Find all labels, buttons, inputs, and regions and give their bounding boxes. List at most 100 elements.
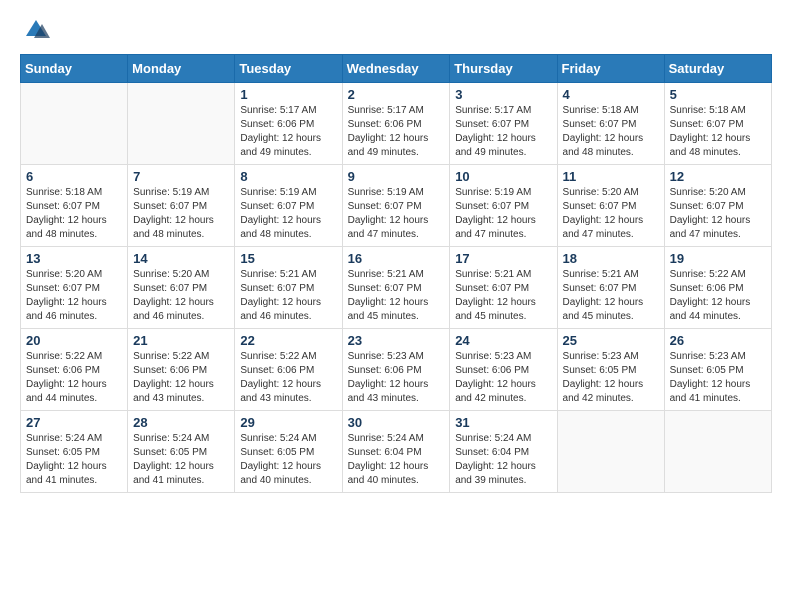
day-info: Sunrise: 5:18 AM Sunset: 6:07 PM Dayligh… <box>563 104 659 160</box>
calendar-week-row: 27 Sunrise: 5:24 AM Sunset: 6:05 PM Dayli… <box>21 411 772 493</box>
day-number: 10 <box>455 169 551 184</box>
logo-icon <box>22 16 50 44</box>
day-number: 22 <box>240 333 336 348</box>
day-number: 3 <box>455 87 551 102</box>
weekday-header-sunday: Sunday <box>21 55 128 83</box>
day-info: Sunrise: 5:17 AM Sunset: 6:06 PM Dayligh… <box>240 104 336 160</box>
calendar-day-cell: 5Sunrise: 5:18 AM Sunset: 6:07 PM Daylig… <box>664 83 771 165</box>
day-number: 6 <box>26 169 122 184</box>
calendar-week-row: 1 Sunrise: 5:17 AM Sunset: 6:06 PM Daylig… <box>21 83 772 165</box>
calendar-week-row: 13 Sunrise: 5:20 AM Sunset: 6:07 PM Dayli… <box>21 247 772 329</box>
day-number: 15 <box>240 251 336 266</box>
day-number: 2 <box>348 87 445 102</box>
day-info: Sunrise: 5:24 AM Sunset: 6:05 PM Dayligh… <box>26 432 122 488</box>
day-info: Sunrise: 5:20 AM Sunset: 6:07 PM Dayligh… <box>670 186 766 242</box>
day-info: Sunrise: 5:20 AM Sunset: 6:07 PM Dayligh… <box>563 186 659 242</box>
day-number: 9 <box>348 169 445 184</box>
weekday-header-thursday: Thursday <box>450 55 557 83</box>
calendar-day-cell: 4 Sunrise: 5:18 AM Sunset: 6:07 PM Daylig… <box>557 83 664 165</box>
weekday-header-monday: Monday <box>128 55 235 83</box>
day-info: Sunrise: 5:23 AM Sunset: 6:06 PM Dayligh… <box>455 350 551 406</box>
calendar-day-cell: 25Sunrise: 5:23 AM Sunset: 6:05 PM Dayli… <box>557 329 664 411</box>
weekday-header-wednesday: Wednesday <box>342 55 450 83</box>
day-info: Sunrise: 5:24 AM Sunset: 6:04 PM Dayligh… <box>348 432 445 488</box>
calendar-day-cell: 29 Sunrise: 5:24 AM Sunset: 6:05 PM Dayli… <box>235 411 342 493</box>
calendar-empty-cell <box>128 83 235 165</box>
day-number: 12 <box>670 169 766 184</box>
day-number: 20 <box>26 333 122 348</box>
calendar-day-cell: 8Sunrise: 5:19 AM Sunset: 6:07 PM Daylig… <box>235 165 342 247</box>
day-number: 23 <box>348 333 445 348</box>
day-number: 18 <box>563 251 659 266</box>
day-info: Sunrise: 5:20 AM Sunset: 6:07 PM Dayligh… <box>26 268 122 324</box>
calendar-day-cell: 30 Sunrise: 5:24 AM Sunset: 6:04 PM Dayli… <box>342 411 450 493</box>
day-info: Sunrise: 5:21 AM Sunset: 6:07 PM Dayligh… <box>240 268 336 324</box>
calendar-day-cell: 10 Sunrise: 5:19 AM Sunset: 6:07 PM Dayli… <box>450 165 557 247</box>
day-info: Sunrise: 5:18 AM Sunset: 6:07 PM Dayligh… <box>26 186 122 242</box>
calendar-day-cell: 16Sunrise: 5:21 AM Sunset: 6:07 PM Dayli… <box>342 247 450 329</box>
day-number: 28 <box>133 415 229 430</box>
calendar-table: SundayMondayTuesdayWednesdayThursdayFrid… <box>20 54 772 493</box>
calendar-day-cell: 21 Sunrise: 5:22 AM Sunset: 6:06 PM Dayli… <box>128 329 235 411</box>
calendar-day-cell: 31 Sunrise: 5:24 AM Sunset: 6:04 PM Dayli… <box>450 411 557 493</box>
calendar-day-cell: 26Sunrise: 5:23 AM Sunset: 6:05 PM Dayli… <box>664 329 771 411</box>
day-number: 26 <box>670 333 766 348</box>
day-number: 19 <box>670 251 766 266</box>
day-number: 13 <box>26 251 122 266</box>
day-number: 1 <box>240 87 336 102</box>
calendar-day-cell: 19 Sunrise: 5:22 AM Sunset: 6:06 PM Dayli… <box>664 247 771 329</box>
calendar-day-cell: 27 Sunrise: 5:24 AM Sunset: 6:05 PM Dayli… <box>21 411 128 493</box>
day-number: 21 <box>133 333 229 348</box>
day-info: Sunrise: 5:19 AM Sunset: 6:07 PM Dayligh… <box>455 186 551 242</box>
day-info: Sunrise: 5:19 AM Sunset: 6:07 PM Dayligh… <box>133 186 229 242</box>
day-info: Sunrise: 5:24 AM Sunset: 6:04 PM Dayligh… <box>455 432 551 488</box>
calendar-day-cell: 6 Sunrise: 5:18 AM Sunset: 6:07 PM Daylig… <box>21 165 128 247</box>
day-number: 30 <box>348 415 445 430</box>
day-number: 14 <box>133 251 229 266</box>
calendar-week-row: 20 Sunrise: 5:22 AM Sunset: 6:06 PM Dayli… <box>21 329 772 411</box>
calendar-day-cell: 24 Sunrise: 5:23 AM Sunset: 6:06 PM Dayli… <box>450 329 557 411</box>
day-info: Sunrise: 5:24 AM Sunset: 6:05 PM Dayligh… <box>240 432 336 488</box>
day-number: 4 <box>563 87 659 102</box>
calendar-day-cell: 23 Sunrise: 5:23 AM Sunset: 6:06 PM Dayli… <box>342 329 450 411</box>
day-info: Sunrise: 5:19 AM Sunset: 6:07 PM Dayligh… <box>348 186 445 242</box>
day-number: 7 <box>133 169 229 184</box>
day-number: 8 <box>240 169 336 184</box>
day-number: 17 <box>455 251 551 266</box>
calendar-day-cell: 17Sunrise: 5:21 AM Sunset: 6:07 PM Dayli… <box>450 247 557 329</box>
day-info: Sunrise: 5:23 AM Sunset: 6:06 PM Dayligh… <box>348 350 445 406</box>
logo <box>20 20 50 44</box>
day-number: 29 <box>240 415 336 430</box>
calendar-day-cell: 28 Sunrise: 5:24 AM Sunset: 6:05 PM Dayli… <box>128 411 235 493</box>
day-number: 16 <box>348 251 445 266</box>
calendar-week-row: 6 Sunrise: 5:18 AM Sunset: 6:07 PM Daylig… <box>21 165 772 247</box>
calendar-day-cell: 3 Sunrise: 5:17 AM Sunset: 6:07 PM Daylig… <box>450 83 557 165</box>
calendar-day-cell: 20Sunrise: 5:22 AM Sunset: 6:06 PM Dayli… <box>21 329 128 411</box>
day-info: Sunrise: 5:22 AM Sunset: 6:06 PM Dayligh… <box>133 350 229 406</box>
weekday-header-row: SundayMondayTuesdayWednesdayThursdayFrid… <box>21 55 772 83</box>
day-info: Sunrise: 5:17 AM Sunset: 6:07 PM Dayligh… <box>455 104 551 160</box>
day-info: Sunrise: 5:20 AM Sunset: 6:07 PM Dayligh… <box>133 268 229 324</box>
calendar-day-cell: 12 Sunrise: 5:20 AM Sunset: 6:07 PM Dayli… <box>664 165 771 247</box>
day-number: 27 <box>26 415 122 430</box>
weekday-header-friday: Friday <box>557 55 664 83</box>
calendar-day-cell: 9 Sunrise: 5:19 AM Sunset: 6:07 PM Daylig… <box>342 165 450 247</box>
calendar-day-cell: 18 Sunrise: 5:21 AM Sunset: 6:07 PM Dayli… <box>557 247 664 329</box>
calendar-day-cell: 1 Sunrise: 5:17 AM Sunset: 6:06 PM Daylig… <box>235 83 342 165</box>
page-header <box>20 20 772 44</box>
weekday-header-tuesday: Tuesday <box>235 55 342 83</box>
calendar-day-cell: 22 Sunrise: 5:22 AM Sunset: 6:06 PM Dayli… <box>235 329 342 411</box>
day-number: 5 <box>670 87 766 102</box>
day-info: Sunrise: 5:23 AM Sunset: 6:05 PM Dayligh… <box>563 350 659 406</box>
calendar-day-cell: 14 Sunrise: 5:20 AM Sunset: 6:07 PM Dayli… <box>128 247 235 329</box>
day-info: Sunrise: 5:22 AM Sunset: 6:06 PM Dayligh… <box>240 350 336 406</box>
day-info: Sunrise: 5:21 AM Sunset: 6:07 PM Dayligh… <box>563 268 659 324</box>
day-info: Sunrise: 5:24 AM Sunset: 6:05 PM Dayligh… <box>133 432 229 488</box>
day-info: Sunrise: 5:17 AM Sunset: 6:06 PM Dayligh… <box>348 104 445 160</box>
calendar-day-cell: 2 Sunrise: 5:17 AM Sunset: 6:06 PM Daylig… <box>342 83 450 165</box>
day-number: 24 <box>455 333 551 348</box>
calendar-day-cell: 15 Sunrise: 5:21 AM Sunset: 6:07 PM Dayli… <box>235 247 342 329</box>
day-info: Sunrise: 5:22 AM Sunset: 6:06 PM Dayligh… <box>670 268 766 324</box>
day-number: 31 <box>455 415 551 430</box>
calendar-empty-cell <box>557 411 664 493</box>
